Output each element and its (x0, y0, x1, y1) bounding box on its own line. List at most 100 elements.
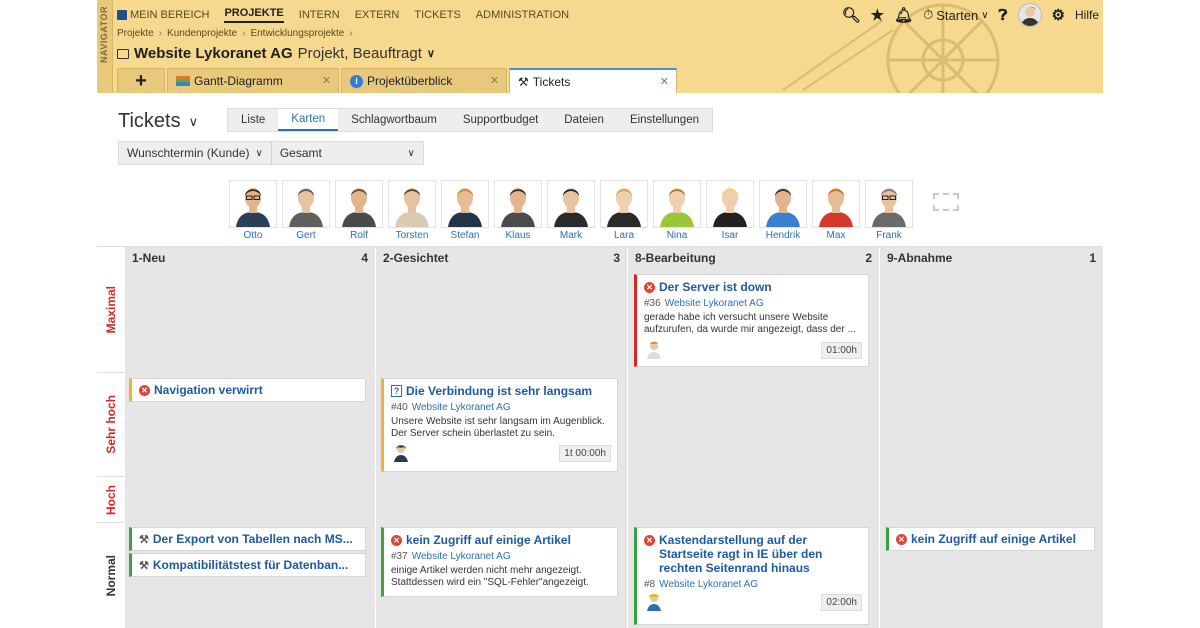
assignee-mark[interactable]: Mark (547, 180, 595, 241)
ticket-card[interactable]: ✕ kein Zugriff auf einige Artikel #37 Webs… (381, 527, 618, 597)
ticket-card[interactable]: ⚒︎ Der Export von Tabellen nach MS... (129, 527, 366, 551)
scope-filter-select[interactable]: Gesamt ∨ (270, 142, 423, 164)
ticket-id: #40 (391, 402, 408, 413)
ticket-title: ✕ kein Zugriff auf einige Artikel (896, 532, 1088, 546)
priority-label: Normal (103, 555, 118, 597)
tab-einstellungen[interactable]: Einstellungen (617, 109, 712, 131)
close-icon[interactable]: ✕ (322, 74, 331, 87)
assignee-otto[interactable]: Otto (229, 180, 277, 241)
ticket-project-link[interactable]: Website Lykoranet AG (412, 551, 511, 562)
ticket-card[interactable]: ✕ kein Zugriff auf einige Artikel (886, 527, 1095, 551)
header: NAVIGATOR MEIN BEREICH PROJEKTE INTERN E… (97, 0, 1103, 93)
nav-label: MEIN BEREICH (130, 9, 210, 21)
breadcrumb-item[interactable]: Projekte (117, 28, 154, 39)
tab-gantt-diagramm[interactable]: Gantt-Diagramm ✕ (167, 68, 339, 93)
person-avatar (706, 180, 754, 228)
nav-mein-bereich[interactable]: MEIN BEREICH (117, 7, 209, 23)
chevron-down-icon: ∨ (255, 147, 263, 159)
column-title: 9-Abnahme (887, 251, 953, 265)
navigator-toggle[interactable]: NAVIGATOR (97, 0, 113, 93)
date-filter-select[interactable]: Wunschtermin (Kunde) ∨ (119, 142, 271, 164)
wrench-icon: ⚒︎ (139, 560, 149, 572)
help-link[interactable]: Hilfe (1075, 8, 1099, 22)
tab-tickets[interactable]: ⚒︎ Tickets ✕ (509, 68, 677, 93)
expand-icon[interactable] (933, 193, 959, 211)
person-avatar (547, 180, 595, 228)
wrench-icon: ⚒︎ (139, 534, 149, 546)
assignee-rolf[interactable]: Rolf (335, 180, 383, 241)
tab-schlagwortbaum[interactable]: Schlagwortbaum (338, 109, 450, 131)
assignee-max[interactable]: Max (812, 180, 860, 241)
date-filter-value: Wunschtermin (Kunde) (127, 146, 250, 160)
bug-icon: ✕ (391, 535, 402, 546)
ticket-title-text: kein Zugriff auf einige Artikel (911, 532, 1076, 546)
nav-label: TICKETS (414, 9, 461, 21)
gear-icon[interactable]: ⚙︎ (1052, 6, 1065, 24)
ticket-project-link[interactable]: Website Lykoranet AG (412, 402, 511, 413)
nav-projekte[interactable]: PROJEKTE (224, 7, 284, 23)
search-icon[interactable]: 🔍︎ (842, 6, 861, 24)
star-icon[interactable]: ★ (871, 6, 884, 24)
person-name: Hendrik (765, 230, 801, 241)
kanban-board: Maximal Sehr hoch Hoch Normal 1-Neu 4 2-G… (97, 246, 1103, 628)
person-avatar (494, 180, 542, 228)
column-count: 4 (361, 251, 368, 265)
priority-hoch: Hoch (97, 477, 124, 523)
tab-supportbudget[interactable]: Supportbudget (450, 109, 551, 131)
column-header: 2-Gesichtet 3 (383, 251, 620, 265)
ticket-card[interactable]: ? Die Verbindung ist sehr langsam #40 Webs… (381, 378, 618, 472)
ticket-title-text: Kastendarstellung auf der Startseite rag… (659, 533, 823, 575)
page-title[interactable]: Tickets ∨ (118, 110, 198, 133)
filter-bar: Wunschtermin (Kunde) ∨ Gesamt ∨ (118, 141, 424, 165)
breadcrumb-separator: › (242, 28, 246, 39)
help-icon[interactable]: ❓︎ (999, 7, 1008, 24)
assignee-frank[interactable]: Frank (865, 180, 913, 241)
project-status: Projekt, Beauftragt (297, 45, 422, 62)
ticket-title: ⚒︎ Kompatibilitätstest für Datenban... (139, 558, 359, 573)
column-title: 1-Neu (132, 251, 166, 265)
ticket-id: #37 (391, 551, 408, 562)
assignee-lara[interactable]: Lara (600, 180, 648, 241)
top-navigation: MEIN BEREICH PROJEKTE INTERN EXTERN TICK… (117, 7, 569, 23)
tab-karten[interactable]: Karten (278, 109, 339, 131)
assignee-isar[interactable]: Isar (706, 180, 754, 241)
tab-liste[interactable]: Liste (228, 109, 278, 131)
folder-icon (117, 48, 129, 59)
assignee-nina[interactable]: Nina (653, 180, 701, 241)
assignee-hendrik[interactable]: Hendrik (759, 180, 807, 241)
question-icon: ? (391, 385, 402, 397)
ticket-card[interactable]: ✕ Navigation verwirrt (129, 378, 366, 402)
project-title[interactable]: Website Lykoranet AG Projekt, Beauftragt… (117, 45, 435, 62)
nav-administration[interactable]: ADMINISTRATION (476, 7, 569, 23)
tab-projektueberblick[interactable]: i Projektüberblick ✕ (341, 68, 507, 93)
user-avatar[interactable] (1017, 3, 1042, 27)
nav-intern[interactable]: INTERN (299, 7, 340, 23)
tab-dateien[interactable]: Dateien (551, 109, 617, 131)
assignee-stefan[interactable]: Stefan (441, 180, 489, 241)
close-icon[interactable]: ✕ (660, 75, 669, 88)
chevron-down-icon: ∨ (188, 113, 199, 129)
assignee-gert[interactable]: Gert (282, 180, 330, 241)
ticket-title: ✕ kein Zugriff auf einige Artikel (391, 533, 611, 547)
ticket-card[interactable]: ✕ Der Server ist down #36 Website Lykorane… (634, 274, 869, 367)
ticket-project-link[interactable]: Website Lykoranet AG (665, 298, 764, 309)
close-icon[interactable]: ✕ (490, 74, 499, 87)
person-name: Nina (666, 230, 688, 241)
ticket-project-link[interactable]: Website Lykoranet AG (659, 579, 758, 590)
ticket-title-text: Der Export von Tabellen nach MS... (152, 532, 353, 546)
nav-extern[interactable]: EXTERN (355, 7, 400, 23)
assignee-klaus[interactable]: Klaus (494, 180, 542, 241)
breadcrumb-item[interactable]: Entwicklungsprojekte (250, 28, 344, 39)
add-tab-button[interactable]: + (117, 68, 165, 93)
person-name: Stefan (450, 230, 480, 241)
ticket-card[interactable]: ✕ Kastendarstellung auf der Startseite ra… (634, 527, 869, 625)
ticket-card[interactable]: ⚒︎ Kompatibilitätstest für Datenban... (129, 553, 366, 577)
priority-label: Hoch (103, 484, 118, 515)
starten-button[interactable]: ⏱︎ Starten ∨ (923, 7, 988, 23)
nav-tickets[interactable]: TICKETS (414, 7, 460, 23)
assignee-torsten[interactable]: Torsten (388, 180, 436, 241)
bell-icon[interactable]: 🔔︎ (894, 6, 913, 24)
breadcrumb-item[interactable]: Kundenprojekte (167, 28, 237, 39)
person-name: Torsten (395, 230, 429, 241)
person-name: Max (826, 230, 846, 241)
